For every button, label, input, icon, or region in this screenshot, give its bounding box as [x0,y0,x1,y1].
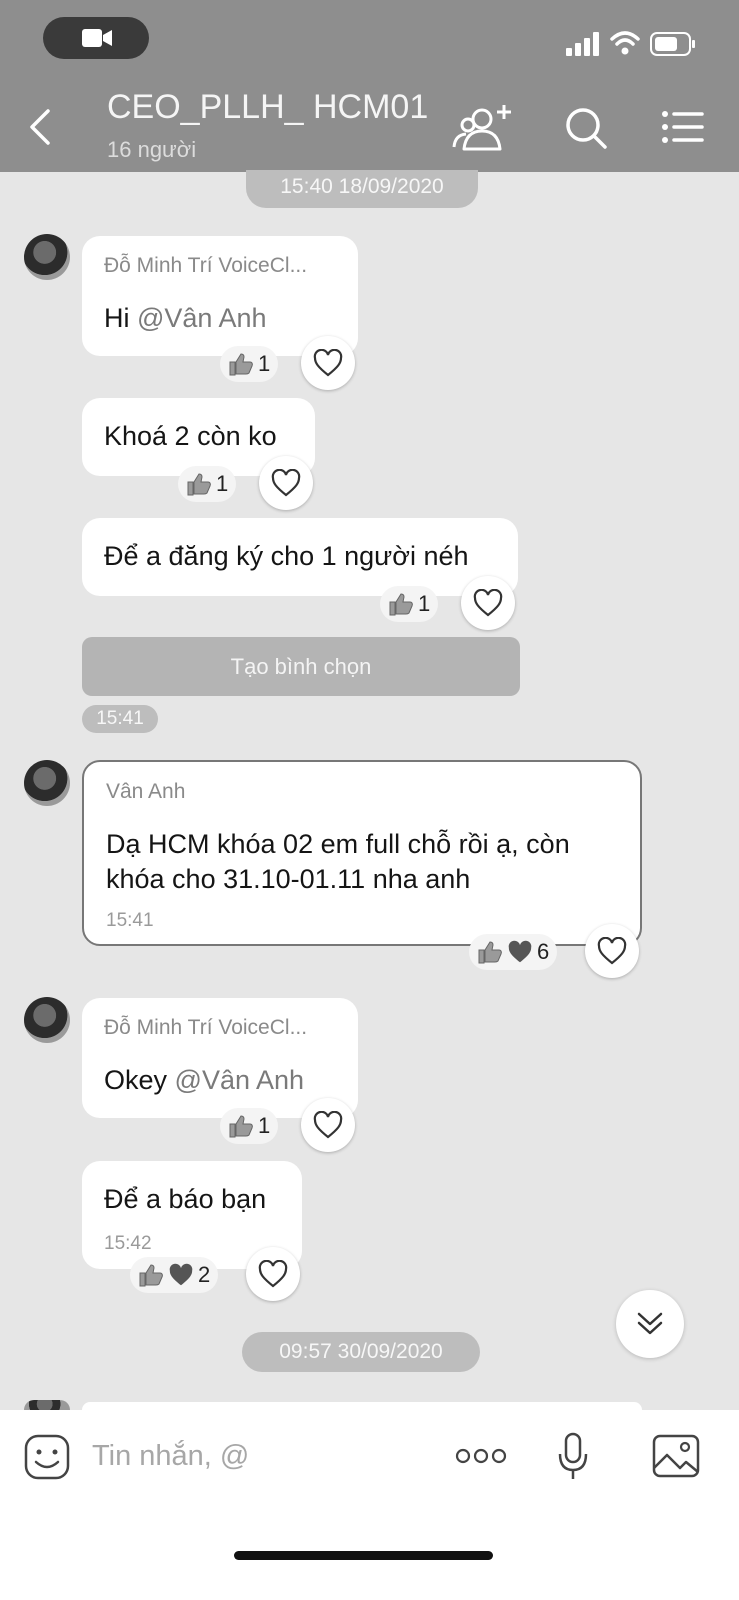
thumbs-up-icon [389,593,413,616]
reaction-summary[interactable]: 6 [469,934,558,970]
heart-icon [271,469,301,497]
avatar[interactable] [24,234,70,280]
thumbs-up-icon [139,1264,163,1287]
message-text: Để a đăng ký cho 1 người néh [104,541,469,571]
reaction-count: 2 [198,1262,211,1287]
reaction-summary[interactable]: 1 [220,346,279,382]
search-icon[interactable] [564,106,608,150]
message-text: Hi @Vân Anh [104,303,267,333]
sender-name: Đỗ Minh Trí VoiceCl... [104,254,308,277]
date-separator: 15:40 18/09/2020 [246,170,478,208]
battery-icon [650,32,695,56]
reaction-count: 1 [216,471,229,496]
heart-icon [473,589,503,617]
date-separator: 09:57 30/09/2020 [242,1332,480,1372]
more-icon[interactable] [455,1448,507,1464]
heart-icon [258,1260,288,1288]
scroll-to-bottom-button[interactable] [616,1290,684,1358]
message-bubble[interactable]: Vân Anh Dạ HCM khóa 02 em full chỗ rồi ạ… [82,760,642,946]
reaction-summary[interactable]: 2 [130,1257,219,1293]
message-text: Khoá 2 còn ko [104,421,277,451]
message-input[interactable]: Tin nhắn, @ [92,1440,249,1473]
message-time: 15:42 [104,1233,152,1254]
heart-icon [597,937,627,965]
reaction-count: 1 [258,1113,271,1138]
thumbs-up-icon [478,941,502,964]
reaction-summary[interactable]: 1 [380,586,439,622]
thumbs-up-icon [229,353,253,376]
chevron-double-down-icon [637,1312,663,1335]
mention[interactable]: @Vân Anh [137,303,267,333]
message-bubble-partial [82,1402,642,1410]
avatar[interactable] [24,997,70,1043]
reaction-summary[interactable]: 1 [178,466,237,502]
message-text: Để a báo bạn [104,1184,267,1214]
message-bubble[interactable]: Để a đăng ký cho 1 người néh [82,518,518,596]
heart-filled-icon [169,1263,193,1286]
heart-react-button[interactable] [259,456,313,510]
reaction-summary[interactable]: 1 [220,1108,279,1144]
video-icon [82,29,112,47]
message-text: Okey @Vân Anh [104,1065,305,1095]
wifi-icon [610,31,640,55]
sender-name: Vân Anh [106,780,186,803]
heart-react-button[interactable] [301,1098,355,1152]
avatar[interactable] [24,760,70,806]
time-separator: 15:41 [82,705,158,733]
signal-icon [566,32,599,56]
message-composer: Tin nhắn, @ [0,1410,739,1600]
chat-title[interactable]: CEO_PLLH_ HCM01 [107,88,428,127]
message-text-line-1: Dạ HCM khóa 02 em full chỗ rồi ạ, còn [106,829,570,859]
message-text-line-2: khóa cho 31.10-01.11 nha anh [106,864,471,894]
image-icon[interactable] [652,1434,700,1478]
heart-react-button[interactable] [246,1247,300,1301]
reaction-count: 1 [258,351,271,376]
sender-name: Đỗ Minh Trí VoiceCl... [104,1016,308,1039]
emoji-icon[interactable] [24,1434,70,1480]
heart-react-button[interactable] [461,576,515,630]
message-time: 15:41 [106,910,154,931]
home-indicator [234,1551,493,1560]
reaction-count: 6 [537,939,550,964]
thumbs-up-icon [187,473,211,496]
heart-filled-icon [508,940,532,963]
back-icon[interactable] [28,108,54,146]
avatar [24,1400,70,1410]
member-count[interactable]: 16 người [107,137,196,163]
thumbs-up-icon [229,1115,253,1138]
video-call-pill[interactable] [43,17,149,59]
create-poll-button[interactable]: Tạo bình chọn [82,637,520,696]
menu-icon[interactable] [662,110,704,144]
chat-header: CEO_PLLH_ HCM01 16 người [0,0,739,172]
reaction-count: 1 [418,591,431,616]
heart-icon [313,349,343,377]
mention[interactable]: @Vân Anh [175,1065,305,1095]
heart-icon [313,1111,343,1139]
microphone-icon[interactable] [557,1432,589,1482]
heart-react-button[interactable] [301,336,355,390]
heart-react-button[interactable] [585,924,639,978]
add-member-icon[interactable] [452,103,514,151]
